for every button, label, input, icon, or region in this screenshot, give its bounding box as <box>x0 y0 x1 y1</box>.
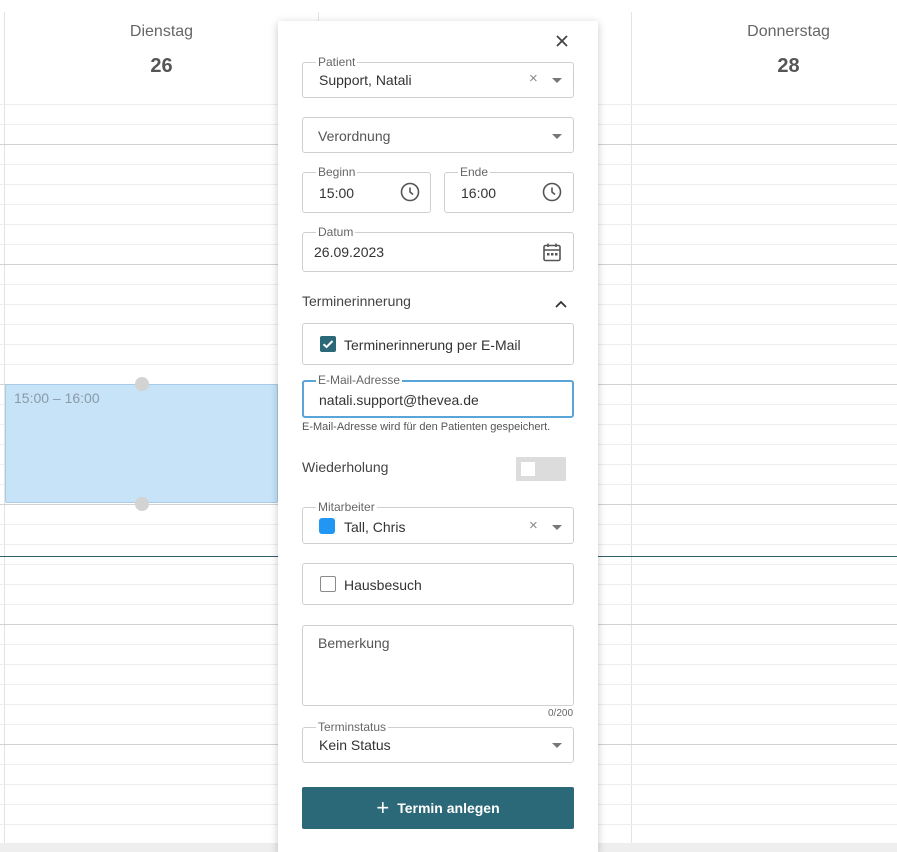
verordnung-select[interactable]: Verordnung <box>302 117 574 153</box>
day-name: Dienstag <box>129 23 194 40</box>
clear-icon[interactable]: × <box>529 518 538 534</box>
beginn-time-field[interactable]: Beginn 15:00 <box>302 165 431 213</box>
plus-icon: + <box>376 795 390 820</box>
email-label: E-Mail-Adresse <box>316 373 403 387</box>
calendar-icon[interactable] <box>541 241 563 268</box>
resize-handle-top[interactable] <box>135 377 149 391</box>
calendar-event[interactable]: 15:00 – 16:00 <box>5 384 278 503</box>
datum-field[interactable]: Datum 26.09.2023 <box>302 225 574 272</box>
patient-select[interactable]: Patient Support, Natali × <box>302 55 574 98</box>
reminder-email-option[interactable]: Terminerinnerung per E-Mail <box>302 323 574 365</box>
ende-time-field[interactable]: Ende 16:00 <box>444 165 574 213</box>
day-header-tuesday[interactable]: Dienstag 26 <box>5 0 318 104</box>
chevron-down-icon[interactable] <box>552 743 562 748</box>
day-number: 26 <box>150 55 173 77</box>
chevron-down-icon[interactable] <box>552 525 562 530</box>
day-header-thursday[interactable]: Donnerstag 28 <box>632 0 897 104</box>
ende-label: Ende <box>458 165 491 179</box>
column-divider <box>631 12 632 843</box>
close-icon[interactable] <box>552 31 572 51</box>
resize-handle-bottom[interactable] <box>135 497 149 511</box>
clear-icon[interactable]: × <box>529 71 538 87</box>
character-counter: 0/200 <box>548 708 574 719</box>
appointment-dialog: Patient Support, Natali × Verordnung Beg… <box>278 21 598 852</box>
hausbesuch-option[interactable]: Hausbesuch <box>302 563 574 605</box>
day-name: Donnerstag <box>747 23 830 40</box>
event-time: 15:00 – 16:00 <box>14 390 100 406</box>
reminder-section-title: Terminerinnerung <box>302 293 411 309</box>
email-hint: E-Mail-Adresse wird für den Patienten ge… <box>302 421 551 433</box>
ende-value: 16:00 <box>461 185 497 201</box>
terminstatus-value: Kein Status <box>319 737 391 753</box>
bemerkung-placeholder: Bemerkung <box>318 635 390 651</box>
termin-anlegen-label: Termin anlegen <box>397 800 500 816</box>
patient-value: Support, Natali <box>319 72 412 88</box>
email-value: natali.support@thevea.de <box>319 392 479 408</box>
terminstatus-select[interactable]: Terminstatus Kein Status <box>302 720 574 763</box>
verordnung-placeholder: Verordnung <box>318 128 391 144</box>
reminder-email-label: Terminerinnerung per E-Mail <box>344 337 521 353</box>
chevron-down-icon[interactable] <box>552 78 562 83</box>
datum-label: Datum <box>316 225 356 239</box>
mitarbeiter-select[interactable]: Mitarbeiter Tall, Chris × <box>302 500 574 544</box>
clock-icon[interactable] <box>541 181 563 208</box>
beginn-label: Beginn <box>316 165 358 179</box>
mitarbeiter-value: Tall, Chris <box>344 519 406 535</box>
mitarbeiter-label: Mitarbeiter <box>316 500 377 514</box>
wiederholung-label: Wiederholung <box>302 459 389 475</box>
reminder-email-checkbox[interactable] <box>320 336 336 352</box>
bemerkung-textarea[interactable]: Bemerkung <box>302 625 574 706</box>
clock-icon[interactable] <box>399 181 421 208</box>
hausbesuch-checkbox[interactable] <box>320 576 336 592</box>
terminstatus-label: Terminstatus <box>316 720 389 734</box>
day-number: 28 <box>777 55 800 77</box>
termin-anlegen-button[interactable]: + Termin anlegen <box>302 787 574 829</box>
hausbesuch-label: Hausbesuch <box>344 577 422 593</box>
email-field[interactable]: E-Mail-Adresse natali.support@thevea.de <box>302 373 574 418</box>
wiederholung-toggle[interactable] <box>516 457 566 481</box>
toggle-knob <box>521 462 535 476</box>
staff-color-swatch <box>319 518 335 534</box>
chevron-down-icon[interactable] <box>552 134 562 139</box>
chevron-up-icon[interactable] <box>554 296 568 314</box>
datum-value: 26.09.2023 <box>314 244 385 260</box>
patient-label: Patient <box>316 55 358 69</box>
beginn-value: 15:00 <box>319 185 355 201</box>
